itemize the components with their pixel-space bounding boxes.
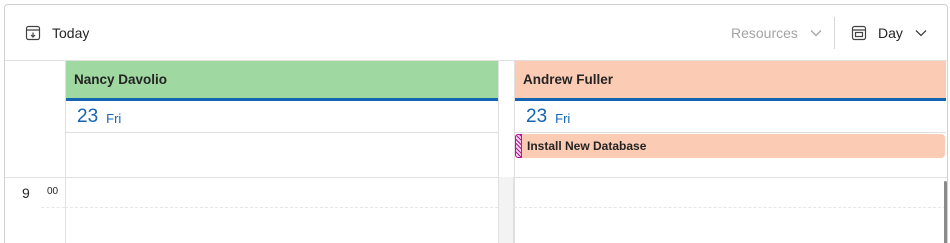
half-hour-divider [514,207,946,208]
half-hour-divider [65,207,498,208]
view-label: Day [878,25,903,41]
appointment-drag-handle[interactable] [515,134,522,158]
date-number: 23 [77,105,99,127]
appointment-install-new-database[interactable]: Install New Database [515,134,945,158]
scheduler: Today Resources Day Nancy Davolio Andrew… [4,4,948,243]
appointment-title: Install New Database [527,139,647,153]
date-header-andrew[interactable]: 23 Fri [514,101,946,133]
resources-dropdown[interactable]: Resources [731,5,822,61]
date-day: Fri [555,110,571,126]
toolbar-divider [834,17,835,49]
resource-name: Andrew Fuller [523,72,614,87]
chevron-down-icon [810,30,822,37]
resource-header-nancy-davolio: Nancy Davolio [65,61,498,101]
scheduler-toolbar: Today Resources Day [5,5,947,61]
all-day-cell-nancy[interactable] [65,133,498,177]
column-divider [514,61,515,243]
date-day: Fri [106,110,122,126]
view-dropdown[interactable]: Day [851,5,927,61]
time-slot-hour: 9 [22,185,30,201]
today-label: Today [52,25,90,41]
chevron-down-icon [915,30,927,37]
resource-name: Nancy Davolio [74,72,168,87]
calendar-today-icon [25,25,41,41]
date-number: 23 [526,105,548,127]
column-gap [498,177,514,243]
resource-header-andrew-fuller: Andrew Fuller [514,61,946,101]
today-button[interactable]: Today [25,5,89,61]
gutter-divider [65,61,66,243]
half-hour-divider [41,207,65,208]
time-slot-minutes: 00 [47,186,59,197]
day-view-icon [851,25,867,41]
vertical-scrollbar[interactable] [944,181,947,243]
resources-label: Resources [731,25,798,41]
all-day-bottom-border [5,177,947,178]
date-header-nancy[interactable]: 23 Fri [65,101,498,133]
